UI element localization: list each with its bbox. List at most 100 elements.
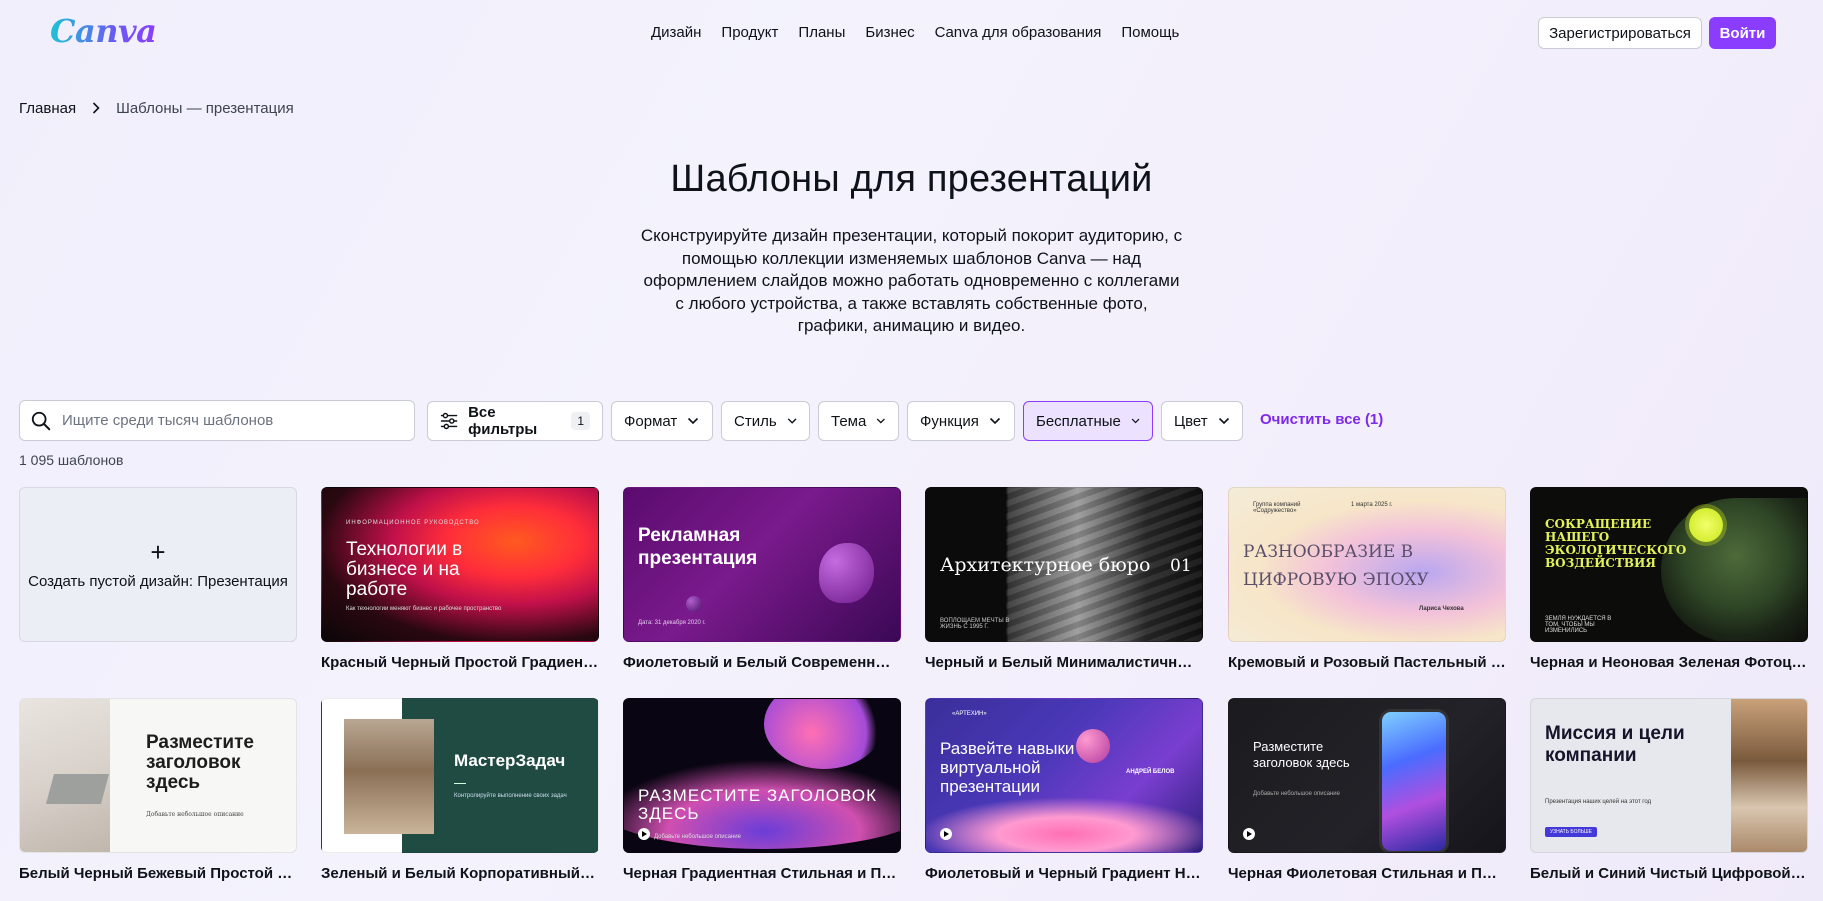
template-thumbnail[interactable]: РАЗМЕСТИТЕ ЗАГОЛОВОК ЗДЕСЬ Добавьте небо…: [623, 698, 901, 853]
play-icon: [940, 828, 952, 840]
thumb-text: ИНФОРМАЦИОННОЕ РУКОВОДСТВО: [346, 520, 480, 526]
search-input[interactable]: [62, 412, 392, 429]
person-photo: [344, 719, 434, 834]
login-button[interactable]: Войти: [1709, 17, 1776, 49]
thumb-button: УЗНАТЬ БОЛЬШЕ: [1545, 827, 1597, 837]
chevron-down-icon: [787, 418, 797, 424]
template-card[interactable]: ИНФОРМАЦИОННОЕ РУКОВОДСТВО Технологии в …: [321, 487, 599, 671]
template-thumbnail[interactable]: ИНФОРМАЦИОННОЕ РУКОВОДСТВО Технологии в …: [321, 487, 599, 642]
chevron-down-icon: [1131, 418, 1140, 424]
clear-all-link[interactable]: Очистить все (1): [1260, 411, 1383, 428]
nav-design[interactable]: Дизайн: [651, 22, 711, 44]
play-icon: [1243, 828, 1255, 840]
register-button[interactable]: Зарегистрироваться: [1538, 17, 1702, 49]
color-dropdown[interactable]: Цвет: [1161, 401, 1243, 441]
nav-plans[interactable]: Планы: [788, 22, 855, 44]
nav-product[interactable]: Продукт: [711, 22, 788, 44]
thumb-title: Развейте навыки виртуальной презентации: [940, 739, 1075, 796]
theme-dropdown[interactable]: Тема: [818, 401, 899, 441]
page-title: Шаблоны для презентаций: [670, 158, 1153, 200]
template-thumbnail[interactable]: Группа компаний «Содружество» 1 марта 20…: [1228, 487, 1506, 642]
thumb-text: «АРТЕХИН»: [952, 711, 987, 717]
template-card[interactable]: Архитектурное бюро 01 ВОПЛОЩАЕМ МЕЧТЫ В …: [925, 487, 1203, 671]
template-caption[interactable]: Белый Черный Бежевый Простой Ко…: [19, 865, 297, 882]
free-filter-dropdown[interactable]: Бесплатные: [1023, 401, 1153, 441]
style-dropdown[interactable]: Стиль: [721, 401, 810, 441]
search-box[interactable]: [19, 400, 415, 441]
template-caption[interactable]: Белый и Синий Чистый Цифровой П…: [1530, 865, 1808, 882]
thumb-text: Добавьте небольшое описание: [654, 834, 741, 840]
template-caption[interactable]: Черная Градиентная Стильная и Про…: [623, 865, 901, 882]
nav-help[interactable]: Помощь: [1111, 22, 1189, 44]
page-description: Сконструируйте дизайн презентации, котор…: [640, 226, 1183, 335]
phone-image: [1379, 709, 1449, 852]
format-label: Формат: [624, 412, 678, 430]
nav-education[interactable]: Canva для образования: [925, 22, 1112, 44]
all-filters-button[interactable]: Все фильтры 1: [427, 401, 603, 441]
chevron-down-icon: [877, 418, 886, 424]
function-dropdown[interactable]: Функция: [907, 401, 1015, 441]
template-thumbnail[interactable]: МастерЗадач Контролируйте выполнение сво…: [321, 698, 599, 853]
breadcrumb-home[interactable]: Главная: [19, 100, 76, 117]
template-card[interactable]: Рекламная презентация Дата: 31 декабря 2…: [623, 487, 901, 671]
template-caption[interactable]: Фиолетовый и Черный Градиент Нав…: [925, 865, 1203, 882]
thumb-text: Презентация наших целей на этот год: [1545, 799, 1652, 805]
template-thumbnail[interactable]: Архитектурное бюро 01 ВОПЛОЩАЕМ МЕЧТЫ В …: [925, 487, 1203, 642]
thumb-title: Миссия и цели компании: [1545, 723, 1685, 766]
template-thumbnail[interactable]: «АРТЕХИН» Развейте навыки виртуальной пр…: [925, 698, 1203, 853]
template-thumbnail[interactable]: Миссия и цели компании Презентация наших…: [1530, 698, 1808, 853]
filters-count-badge: 1: [571, 412, 590, 430]
bubble-shape: [686, 596, 702, 612]
template-card[interactable]: Миссия и цели компании Презентация наших…: [1530, 698, 1808, 882]
free-filter-label: Бесплатные: [1036, 412, 1121, 430]
template-thumbnail[interactable]: Рекламная презентация Дата: 31 декабря 2…: [623, 487, 901, 642]
theme-label: Тема: [831, 412, 867, 430]
template-card[interactable]: Разместите заголовок здесь Добавьте небо…: [19, 698, 297, 882]
template-thumbnail[interactable]: Разместите заголовок здесь Добавьте небо…: [1228, 698, 1506, 853]
people-photo: [1731, 699, 1807, 852]
template-thumbnail[interactable]: Разместите заголовок здесь Добавьте небо…: [19, 698, 297, 853]
blank-design-label: Создать пустой дизайн: Презентация: [28, 573, 288, 590]
template-thumbnail[interactable]: СОКРАЩЕНИЕ НАШЕГО ЭКОЛОГИЧЕСКОГО ВОЗДЕЙС…: [1530, 487, 1808, 642]
template-card[interactable]: СОКРАЩЕНИЕ НАШЕГО ЭКОЛОГИЧЕСКОГО ВОЗДЕЙС…: [1530, 487, 1808, 671]
thumb-text: 01: [1170, 556, 1192, 576]
main-nav: Дизайн Продукт Планы Бизнес Canva для об…: [651, 22, 1189, 44]
blob-shape: [819, 543, 874, 603]
nav-business[interactable]: Бизнес: [855, 22, 924, 44]
breadcrumb: Главная Шаблоны — презентация: [19, 100, 294, 117]
template-caption[interactable]: Красный Черный Простой Градиент…: [321, 654, 599, 671]
thumb-text: Добавьте небольшое описание: [146, 811, 244, 818]
thumb-title: Рекламная презентация: [638, 525, 758, 569]
template-caption[interactable]: Черная Фиолетовая Стильная и Про…: [1228, 865, 1506, 882]
thumb-text: АНДРЕЙ БЕЛОВ: [1126, 769, 1175, 775]
template-card[interactable]: «АРТЕХИН» Развейте навыки виртуальной пр…: [925, 698, 1203, 882]
template-caption[interactable]: Черный и Белый Минималистичный…: [925, 654, 1203, 671]
canva-logo[interactable]: Canva: [50, 12, 157, 50]
header: Canva Дизайн Продукт Планы Бизнес Canva …: [0, 0, 1823, 66]
blank-design-card[interactable]: + Создать пустой дизайн: Презентация: [19, 487, 297, 642]
thumb-title: Разместите заголовок здесь: [1253, 739, 1350, 770]
thumb-text: ЗЕМЛЯ НУЖДАЕТСЯ В ТОМ, ЧТОБЫ МЫ ИЗМЕНИЛИ…: [1545, 616, 1612, 634]
chevron-down-icon: [1218, 417, 1229, 425]
thumb-title: РАЗМЕСТИТЕ ЗАГОЛОВОК ЗДЕСЬ: [638, 786, 878, 823]
function-label: Функция: [920, 412, 979, 430]
template-caption[interactable]: Черная и Неоновая Зеленая Фотоцен…: [1530, 654, 1808, 671]
laptop-shape: [45, 774, 110, 804]
thumb-title: Разместите заголовок здесь: [146, 732, 254, 793]
thumb-title: Архитектурное бюро: [940, 554, 1151, 576]
divider: [454, 783, 466, 784]
thumb-title: Технологии в бизнесе и на работе: [346, 539, 463, 600]
template-card[interactable]: РАЗМЕСТИТЕ ЗАГОЛОВОК ЗДЕСЬ Добавьте небо…: [623, 698, 901, 882]
chevron-down-icon: [989, 417, 1000, 425]
blank-design-thumb[interactable]: + Создать пустой дизайн: Презентация: [19, 487, 297, 642]
thumb-text: 1 марта 2025 г.: [1351, 502, 1393, 508]
template-card[interactable]: Разместите заголовок здесь Добавьте небо…: [1228, 698, 1506, 882]
template-card[interactable]: МастерЗадач Контролируйте выполнение сво…: [321, 698, 599, 882]
thumb-text: Лариса Чехова: [1419, 606, 1464, 612]
template-caption[interactable]: Кремовый и Розовый Пастельный Гр…: [1228, 654, 1506, 671]
results-count: 1 095 шаблонов: [19, 452, 124, 468]
template-card[interactable]: Группа компаний «Содружество» 1 марта 20…: [1228, 487, 1506, 671]
format-dropdown[interactable]: Формат: [611, 401, 713, 441]
template-caption[interactable]: Фиолетовый и Белый Современный …: [623, 654, 901, 671]
template-caption[interactable]: Зеленый и Белый Корпоративный П…: [321, 865, 599, 882]
